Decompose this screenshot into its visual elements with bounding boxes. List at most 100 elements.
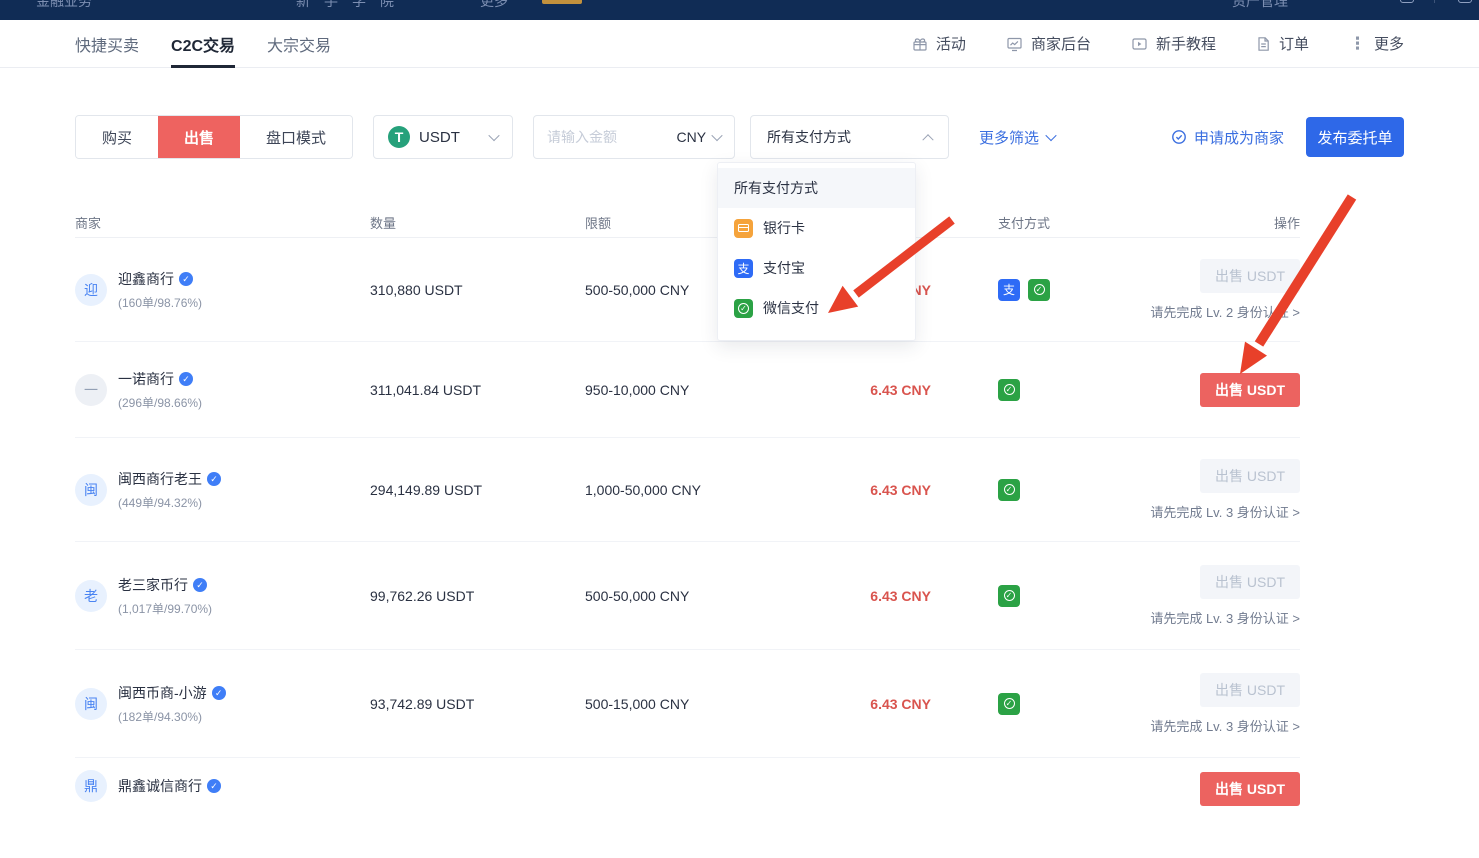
chevron-down-icon [711,130,722,141]
merchant-name-text: 鼎鑫诚信商行 [118,776,202,796]
more-filters-link[interactable]: 更多筛选 [979,127,1055,148]
merchant-name-text: 闽西币商-小游 [118,683,207,703]
nav-quick-links: 活动 商家后台 新手教程 订单 ⋮更多 [912,33,1404,54]
action-cell: 出售 USDT 请先完成 Lv. 3 身份认证 > [1150,565,1300,627]
trade-mode-tabs: 快捷买卖 C2C交易大宗交易 [75,20,331,68]
merchant-info: 一诺商行✓ (296单/98.66%) [118,369,202,411]
alipay-icon: 支 [734,259,753,278]
video-icon [1131,36,1148,52]
kyc-note-link[interactable]: 请先完成 Lv. 3 身份认证 > [1150,716,1300,735]
merchant-name[interactable]: 闽西币商-小游 ✓ [118,683,226,703]
merchant-cell: 鼎鼎鑫诚信商行 ✓ [75,770,221,802]
currency-select[interactable]: CNY [676,129,721,145]
segment-出售[interactable]: 出售 [158,116,240,158]
verified-badge-icon: ✓ [207,472,221,486]
payment-method-select[interactable]: 所有支付方式 [750,115,949,159]
merchant-stats: (182单/94.30%) [118,708,226,725]
nav-link-更多[interactable]: ⋮更多 [1349,33,1404,54]
become-merchant-link[interactable]: 申请成为商家 [1171,127,1284,148]
merchant-name[interactable]: 一诺商行✓ [118,369,202,389]
nav-link-label: 订单 [1279,33,1309,54]
table-row: 闽闽西币商-小游✓(182单/94.30%)93,742.89 USDT500-… [75,650,1300,758]
nav-link-订单[interactable]: 订单 [1256,33,1309,54]
tab-快捷买卖[interactable]: 快捷买卖 [75,20,139,68]
avatar: 鼎 [75,770,107,802]
merchant-name-text: 迎鑫商行 [118,269,174,289]
kyc-note-link[interactable]: 请先完成 Lv. 3 身份认证 > [1150,502,1300,521]
kyc-note-link[interactable]: 请先完成 Lv. 2 身份认证 > [1150,302,1300,321]
payment-icons-cell: ✓ [998,693,1020,715]
usdt-icon: T [388,126,410,148]
filter-bar: 购买出售盘口模式 T USDT CNY 所有支付方式 更多筛选 申请成为商家 发… [75,115,1404,159]
merchant-name[interactable]: 老三家币行✓ [118,575,212,595]
amount-filter: CNY [533,115,735,159]
merchant-name[interactable]: 鼎鑫诚信商行 ✓ [118,776,221,796]
table-body: 迎迎鑫商行✓(160单/98.76%)310,880 USDT500-50,00… [75,238,1300,858]
table-row: 迎迎鑫商行✓(160单/98.76%)310,880 USDT500-50,00… [75,238,1300,342]
sell-usdt-button: 出售 USDT [1200,565,1300,599]
kyc-note-link[interactable]: 请先完成 Lv. 3 身份认证 > [1150,608,1300,627]
publish-order-button[interactable]: 发布委托单 [1306,117,1404,157]
coin-select-value: USDT [419,129,481,146]
merchant-stats: (1,017单/99.70%) [118,600,212,617]
dropdown-option-支付宝[interactable]: 支支付宝 [718,248,915,288]
chevron-down-icon [1045,130,1056,141]
merchant-cell: 迎迎鑫商行✓(160单/98.76%) [75,269,202,311]
coin-select[interactable]: T USDT [373,115,513,159]
verified-badge-icon: ✓ [207,779,221,793]
limit-cell: 500-50,000 CNY [585,282,689,298]
merchant-name[interactable]: 闽西商行老王✓ [118,469,221,489]
more-dots-icon: ⋮ [1349,34,1366,54]
avatar: 闽 [75,688,107,720]
avatar: 老 [75,580,107,612]
nav-link-新手教程[interactable]: 新手教程 [1131,33,1216,54]
topbar-item-assets[interactable]: 资产管理 [1232,0,1288,11]
column-header-限额: 限额 [585,213,611,232]
dropdown-option-银行卡[interactable]: 银行卡 [718,208,915,248]
table-row: 一一诺商行✓(296单/98.66%)311,041.84 USDT950-10… [75,342,1300,438]
merchant-stats: (160单/98.76%) [118,294,202,311]
secondary-nav: 快捷买卖 C2C交易大宗交易 活动 商家后台 新手教程 订单 ⋮更多 [0,20,1479,68]
sell-usdt-button[interactable]: 出售 USDT [1200,772,1300,806]
wechat-icon: ✓ [998,693,1020,715]
dropdown-option-label: 银行卡 [763,218,805,238]
topbar-item-finance[interactable]: 金融业务 [36,0,92,11]
merchant-stats: (449单/94.32%) [118,494,221,511]
payment-icons-cell: ✓ [998,379,1020,401]
merchant-info: 闽西商行老王✓ (449单/94.32%) [118,469,221,511]
limit-cell: 1,000-50,000 CNY [585,482,701,498]
buy-sell-segmented-control: 购买出售盘口模式 [75,115,353,159]
dropdown-option-label: 所有支付方式 [734,178,818,198]
become-merchant-label: 申请成为商家 [1194,127,1284,148]
nav-link-商家后台[interactable]: 商家后台 [1006,33,1091,54]
merchant-cell: 老老三家币行✓ (1,017单/99.70%) [75,575,212,617]
column-header-操作: 操作 [1274,213,1300,232]
topbar-item-more[interactable]: 更多 [480,0,508,11]
verified-badge-icon: ✓ [179,272,193,286]
dropdown-option-微信支付[interactable]: ✓微信支付 [718,288,915,328]
segment-购买[interactable]: 购买 [76,116,158,158]
apps-icon[interactable] [1458,0,1472,3]
merchant-name[interactable]: 迎鑫商行 ✓ [118,269,202,289]
user-icon[interactable] [1400,0,1414,3]
topbar-item-academy[interactable]: 新手学院 [296,0,408,11]
dropdown-option-所有支付方式[interactable]: 所有支付方式 [718,168,915,208]
amount-cell: 294,149.89 USDT [370,482,482,498]
merchant-stats: (296单/98.66%) [118,394,202,411]
offers-table: 商家数量限额单价支付方式操作 迎迎鑫商行✓(160单/98.76%)310,88… [75,209,1300,858]
action-cell: 出售 USDT [1200,772,1300,806]
alipay-icon: 支 [998,279,1020,301]
verified-badge-icon: ✓ [212,686,226,700]
bankcard-icon [734,219,753,238]
nav-link-活动[interactable]: 活动 [912,33,966,54]
chevron-up-icon [922,134,933,145]
c2c-trading-page: { "topbar": { "left_items": ["金融业务", "新手… [0,0,1479,786]
segment-盘口模式[interactable]: 盘口模式 [240,116,352,158]
amount-input[interactable] [547,129,655,145]
wechat-icon: ✓ [1028,279,1050,301]
tab-大宗交易[interactable]: 大宗交易 [267,20,331,68]
sell-usdt-button: 出售 USDT [1200,459,1300,493]
merchant-name-text: 一诺商行 [118,369,174,389]
tab-C2C交易[interactable]: C2C交易 [171,20,235,68]
sell-usdt-button[interactable]: 出售 USDT [1200,373,1300,407]
